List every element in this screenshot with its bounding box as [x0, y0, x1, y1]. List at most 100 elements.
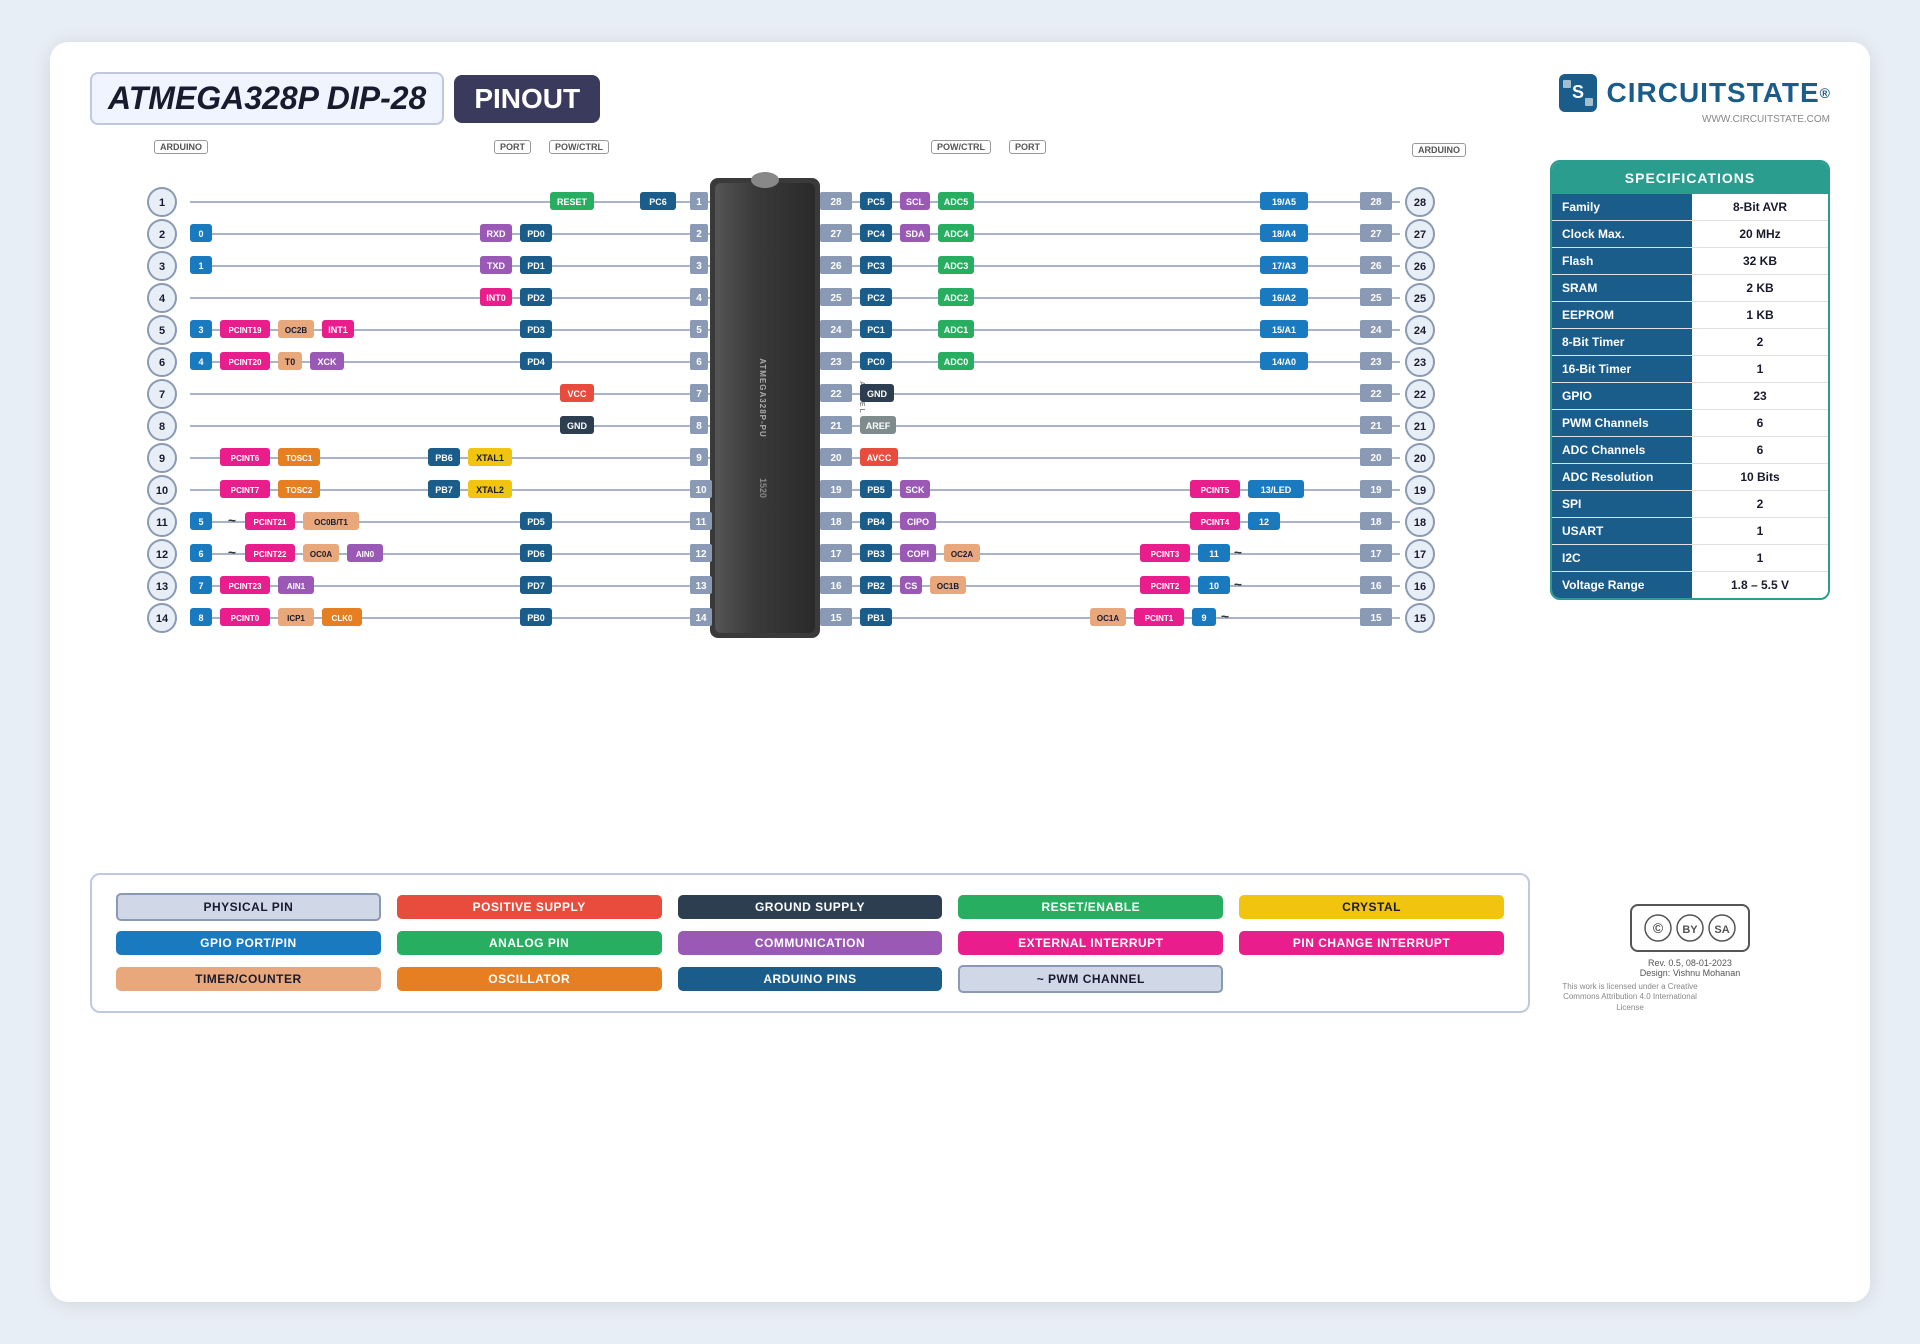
pinout-svg: ATMEL ATMEGA328P-PU 1520 1 PC6 RESET 1	[90, 158, 1490, 858]
svg-text:6: 6	[696, 357, 702, 368]
svg-text:26: 26	[1414, 261, 1426, 273]
left-top-labels: ARDUINO	[150, 140, 212, 154]
svg-text:OC0B/T1: OC0B/T1	[314, 518, 348, 527]
svg-text:ADC1: ADC1	[944, 325, 969, 335]
svg-text:OC1B: OC1B	[937, 582, 959, 591]
svg-text:15: 15	[1370, 613, 1382, 624]
svg-text:27: 27	[1370, 229, 1382, 240]
svg-text:18: 18	[830, 517, 842, 528]
svg-text:23: 23	[1414, 357, 1426, 369]
svg-text:©: ©	[1653, 920, 1664, 936]
svg-text:20: 20	[1370, 453, 1382, 464]
top-labels: ARDUINO PORT POW/CTRL POW/CTRL PORT ARDU…	[90, 140, 1530, 154]
svg-text:SA: SA	[1714, 924, 1729, 936]
legend-analog: ANALOG PIN	[397, 931, 662, 955]
specs-row-voltage: Voltage Range 1.8 – 5.5 V	[1552, 572, 1828, 598]
circuitstate-logo-icon: S	[1557, 72, 1599, 114]
svg-text:OC0A: OC0A	[310, 550, 332, 559]
svg-text:16: 16	[1370, 581, 1382, 592]
svg-text:TOSC2: TOSC2	[286, 486, 313, 495]
specs-label-gpio: GPIO	[1552, 383, 1692, 409]
svg-text:23: 23	[830, 357, 842, 368]
svg-text:OC2B: OC2B	[285, 326, 307, 335]
svg-text:XTAL2: XTAL2	[476, 485, 504, 495]
powctrl-port-labels-right: POW/CTRL PORT	[927, 140, 1050, 154]
svg-text:~: ~	[1221, 608, 1229, 624]
specs-value-flash: 32 KB	[1692, 248, 1828, 274]
specs-row-eeprom: EEPROM 1 KB	[1552, 302, 1828, 329]
svg-text:23: 23	[1370, 357, 1382, 368]
svg-text:10: 10	[156, 485, 168, 497]
svg-text:20: 20	[830, 453, 842, 464]
svg-text:PB3: PB3	[867, 549, 885, 559]
svg-text:14/A0: 14/A0	[1272, 357, 1296, 367]
arduino-label-left: ARDUINO	[154, 140, 208, 154]
specs-value-i2c: 1	[1692, 545, 1828, 571]
specs-label-adc-ch: ADC Channels	[1552, 437, 1692, 463]
svg-text:INT1: INT1	[328, 325, 348, 335]
legend-badge-positive: POSITIVE SUPPLY	[397, 895, 662, 919]
specs-value-8bit: 2	[1692, 329, 1828, 355]
specs-label-pwm: PWM Channels	[1552, 410, 1692, 436]
svg-text:24: 24	[1370, 325, 1382, 336]
specs-label-usart: USART	[1552, 518, 1692, 544]
svg-text:28: 28	[1414, 197, 1426, 209]
specs-value-16bit: 1	[1692, 356, 1828, 382]
svg-text:TOSC1: TOSC1	[286, 454, 313, 463]
svg-text:13: 13	[156, 581, 168, 593]
svg-text:9: 9	[696, 453, 702, 464]
specs-value-eeprom: 1 KB	[1692, 302, 1828, 328]
svg-text:22: 22	[830, 389, 842, 400]
svg-text:18/A4: 18/A4	[1272, 229, 1296, 239]
legend-badge-timer: TIMER/COUNTER	[116, 967, 381, 991]
port-label-left: PORT	[494, 140, 531, 154]
legend-badge-ext-int: EXTERNAL INTERRUPT	[958, 931, 1223, 955]
specs-row-adc-res: ADC Resolution 10 Bits	[1552, 464, 1828, 491]
svg-text:25: 25	[1414, 293, 1426, 305]
svg-text:OC1A: OC1A	[1097, 614, 1119, 623]
specs-value-spi: 2	[1692, 491, 1828, 517]
legend-ground-supply: GROUND SUPPLY	[678, 893, 943, 921]
specs-value-voltage: 1.8 – 5.5 V	[1692, 572, 1828, 598]
svg-text:ADC5: ADC5	[944, 197, 969, 207]
specs-label-eeprom: EEPROM	[1552, 302, 1692, 328]
svg-text:19: 19	[830, 485, 842, 496]
pinout-title: PINOUT	[454, 75, 600, 123]
svg-text:PC1: PC1	[867, 325, 885, 335]
design-text: Design: Vishnu Mohanan	[1550, 968, 1830, 978]
svg-text:S: S	[1571, 82, 1583, 102]
svg-text:0: 0	[198, 229, 203, 239]
cc-license: © BY SA Rev. 0.5, 08-01-2023 Design: Vis…	[1550, 904, 1830, 1013]
specs-label-voltage: Voltage Range	[1552, 572, 1692, 598]
svg-text:SCL: SCL	[906, 197, 925, 207]
svg-text:ICP1: ICP1	[287, 614, 305, 623]
specs-value-adc-res: 10 Bits	[1692, 464, 1828, 490]
legend-timer: TIMER/COUNTER	[116, 965, 381, 993]
svg-text:PD1: PD1	[527, 261, 545, 271]
legend-pin-change: PIN CHANGE INTERRUPT	[1239, 931, 1504, 955]
svg-text:CLK0: CLK0	[332, 614, 353, 623]
svg-text:28: 28	[1370, 197, 1382, 208]
specs-row-family: Family 8-Bit AVR	[1552, 194, 1828, 221]
content-area: ARDUINO PORT POW/CTRL POW/CTRL PORT ARDU…	[90, 140, 1830, 1013]
logo-sub: WWW.CIRCUITSTATE.COM	[1702, 114, 1830, 125]
svg-text:GND: GND	[867, 389, 888, 399]
specs-value-gpio: 23	[1692, 383, 1828, 409]
svg-text:PD6: PD6	[527, 549, 545, 559]
svg-text:1: 1	[696, 197, 702, 208]
svg-text:PCINT0: PCINT0	[231, 614, 260, 623]
svg-text:RESET: RESET	[557, 197, 588, 207]
svg-text:2: 2	[159, 229, 165, 241]
pinout-diagram: ARDUINO PORT POW/CTRL POW/CTRL PORT ARDU…	[90, 140, 1530, 1013]
svg-text:CS: CS	[905, 581, 918, 591]
svg-text:3: 3	[198, 325, 203, 335]
svg-text:~: ~	[228, 544, 236, 560]
legend-oscillator: OSCILLATOR	[397, 965, 662, 993]
svg-text:8: 8	[198, 613, 203, 623]
specs-row-sram: SRAM 2 KB	[1552, 275, 1828, 302]
specs-value-clock: 20 MHz	[1692, 221, 1828, 247]
svg-text:RXD: RXD	[486, 229, 506, 239]
svg-text:PB1: PB1	[867, 613, 885, 623]
svg-text:10: 10	[1209, 581, 1219, 591]
svg-text:13: 13	[695, 581, 707, 592]
